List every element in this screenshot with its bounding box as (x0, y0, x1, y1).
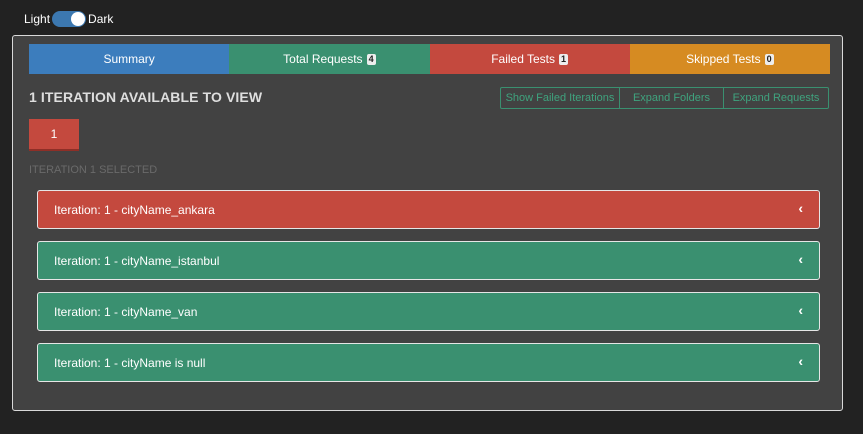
show-failed-iterations-button[interactable]: Show Failed Iterations (500, 87, 620, 109)
chevron-left-icon[interactable]: ‹ (798, 201, 803, 215)
count-badge: 1 (559, 53, 569, 65)
theme-toggle: Light Dark (24, 10, 113, 28)
count-badge: 0 (764, 53, 774, 65)
iteration-row-null[interactable]: Iteration: 1 - cityName is null ‹ (37, 343, 820, 382)
view-actions: Show Failed Iterations Expand Folders Ex… (500, 87, 829, 109)
count-badge: 4 (366, 53, 376, 65)
iteration-1-button[interactable]: 1 (29, 119, 79, 151)
iteration-row-van[interactable]: Iteration: 1 - cityName_van ‹ (37, 292, 820, 331)
chevron-left-icon[interactable]: ‹ (798, 252, 803, 266)
summary-tabs: Summary Total Requests 4 Failed Tests 1 … (29, 44, 830, 74)
iteration-row-label: Iteration: 1 - cityName_istanbul (54, 253, 220, 268)
iteration-row-label: Iteration: 1 - cityName_ankara (54, 202, 215, 217)
chevron-left-icon[interactable]: ‹ (798, 303, 803, 317)
switch-knob (71, 12, 86, 26)
chevron-left-icon[interactable]: ‹ (798, 354, 803, 368)
tab-total-requests[interactable]: Total Requests 4 (229, 44, 430, 74)
theme-switch[interactable] (52, 11, 87, 27)
iteration-list: Iteration: 1 - cityName_ankara ‹ Iterati… (37, 190, 820, 394)
iteration-selected-label: ITERATION 1 SELECTED (29, 164, 158, 176)
expand-folders-button[interactable]: Expand Folders (620, 87, 724, 109)
tab-label: Skipped Tests (686, 52, 761, 66)
tab-label: Total Requests (283, 52, 363, 66)
expand-requests-button[interactable]: Expand Requests (724, 87, 829, 109)
dark-label: Dark (88, 12, 114, 26)
tab-label: Summary (103, 52, 155, 66)
page-title: 1 ITERATION AVAILABLE TO VIEW (29, 89, 263, 105)
iteration-row-istanbul[interactable]: Iteration: 1 - cityName_istanbul ‹ (37, 241, 820, 280)
iteration-row-ankara[interactable]: Iteration: 1 - cityName_ankara ‹ (37, 190, 820, 229)
report-card: Summary Total Requests 4 Failed Tests 1 … (12, 35, 843, 411)
light-label: Light (24, 12, 51, 26)
tab-skipped-tests[interactable]: Skipped Tests 0 (629, 44, 830, 74)
tab-label: Failed Tests (491, 52, 556, 66)
tab-summary[interactable]: Summary (29, 44, 230, 74)
iteration-row-label: Iteration: 1 - cityName_van (54, 304, 198, 319)
tab-failed-tests[interactable]: Failed Tests 1 (429, 44, 630, 74)
iteration-row-label: Iteration: 1 - cityName is null (54, 355, 206, 370)
